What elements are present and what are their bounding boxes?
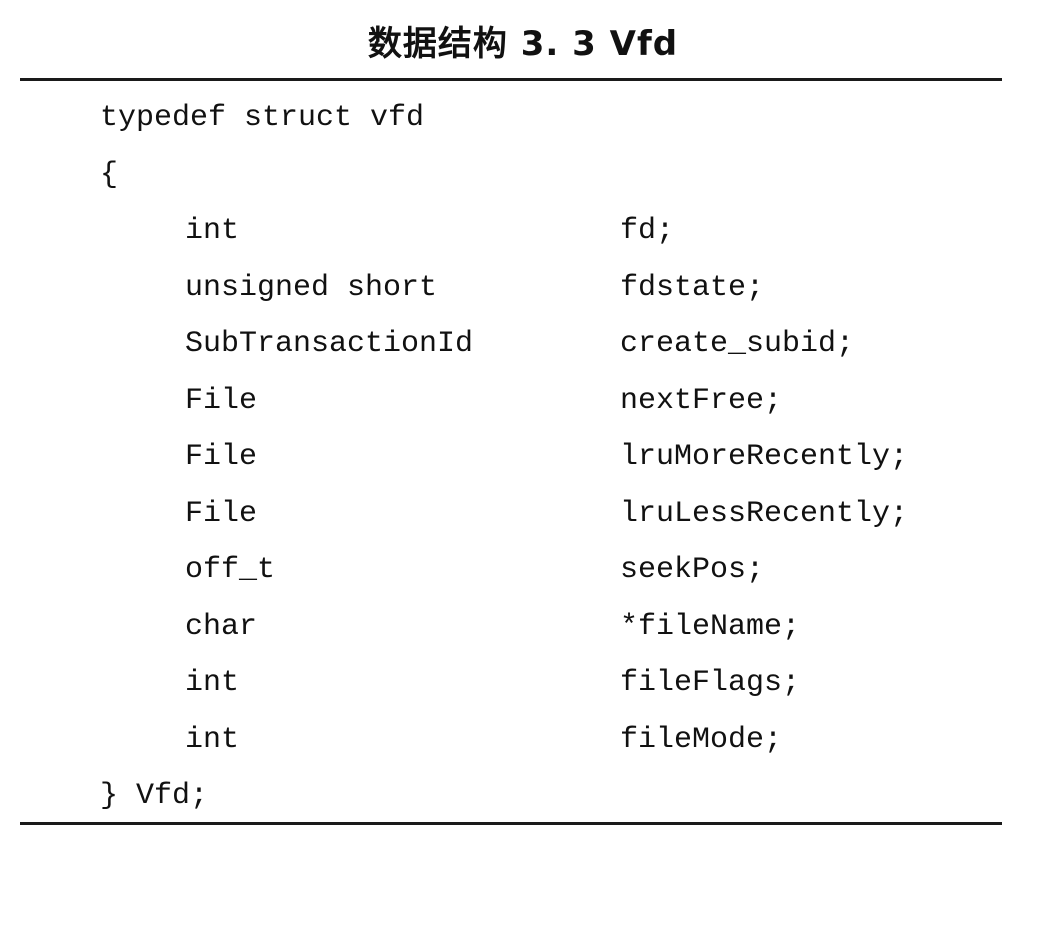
field-type: File [185,440,258,474]
field-type: File [185,383,258,418]
field-name: fileMode; [620,722,783,757]
top-rule [20,78,1002,81]
field-row: File lruLessRecently; [0,486,1046,543]
figure-title: 数据结构 3. 3 Vfd [367,24,679,64]
field-name: lruMoreRecently; [620,440,909,474]
field-row: int fileMode; [0,712,1046,769]
field-name: *fileName; [620,609,801,644]
field-row: SubTransactionId create_subid; [0,316,1046,373]
code-line-header: typedef struct vfd [0,90,1046,147]
struct-close: } Vfd; [100,779,209,813]
bottom-rule [20,822,1002,825]
field-row: unsigned short fdstate; [0,260,1046,317]
field-type: SubTransactionId [185,327,474,361]
field-row: char *fileName; [0,599,1046,656]
field-row: File lruMoreRecently; [0,429,1046,486]
field-type: unsigned short [185,270,438,305]
code-block: typedef struct vfd { int fd; unsigned sh… [0,90,1046,825]
field-type: char [185,609,258,644]
code-line-open-brace: { [0,147,1046,204]
field-type: int [185,666,240,700]
field-row: int fileFlags; [0,655,1046,712]
open-brace: { [100,157,119,192]
field-type: int [185,722,240,757]
field-name: nextFree; [620,383,783,418]
field-name: fileFlags; [620,666,801,700]
field-name: lruLessRecently; [620,496,909,531]
field-name: create_subid; [620,327,855,361]
field-name: fd; [620,214,675,248]
field-name: seekPos; [620,553,765,587]
field-row: int fd; [0,203,1046,260]
document-page: 数据结构 3. 3 Vfd typedef struct vfd { int f… [0,0,1046,839]
field-row: File nextFree; [0,373,1046,430]
field-name: fdstate; [620,270,765,305]
field-type: File [185,496,258,531]
field-type: int [185,214,240,248]
struct-declaration: typedef struct vfd [100,101,425,135]
code-line-close: } Vfd; [0,768,1046,825]
field-type: off_t [185,553,276,587]
field-row: off_t seekPos; [0,542,1046,599]
